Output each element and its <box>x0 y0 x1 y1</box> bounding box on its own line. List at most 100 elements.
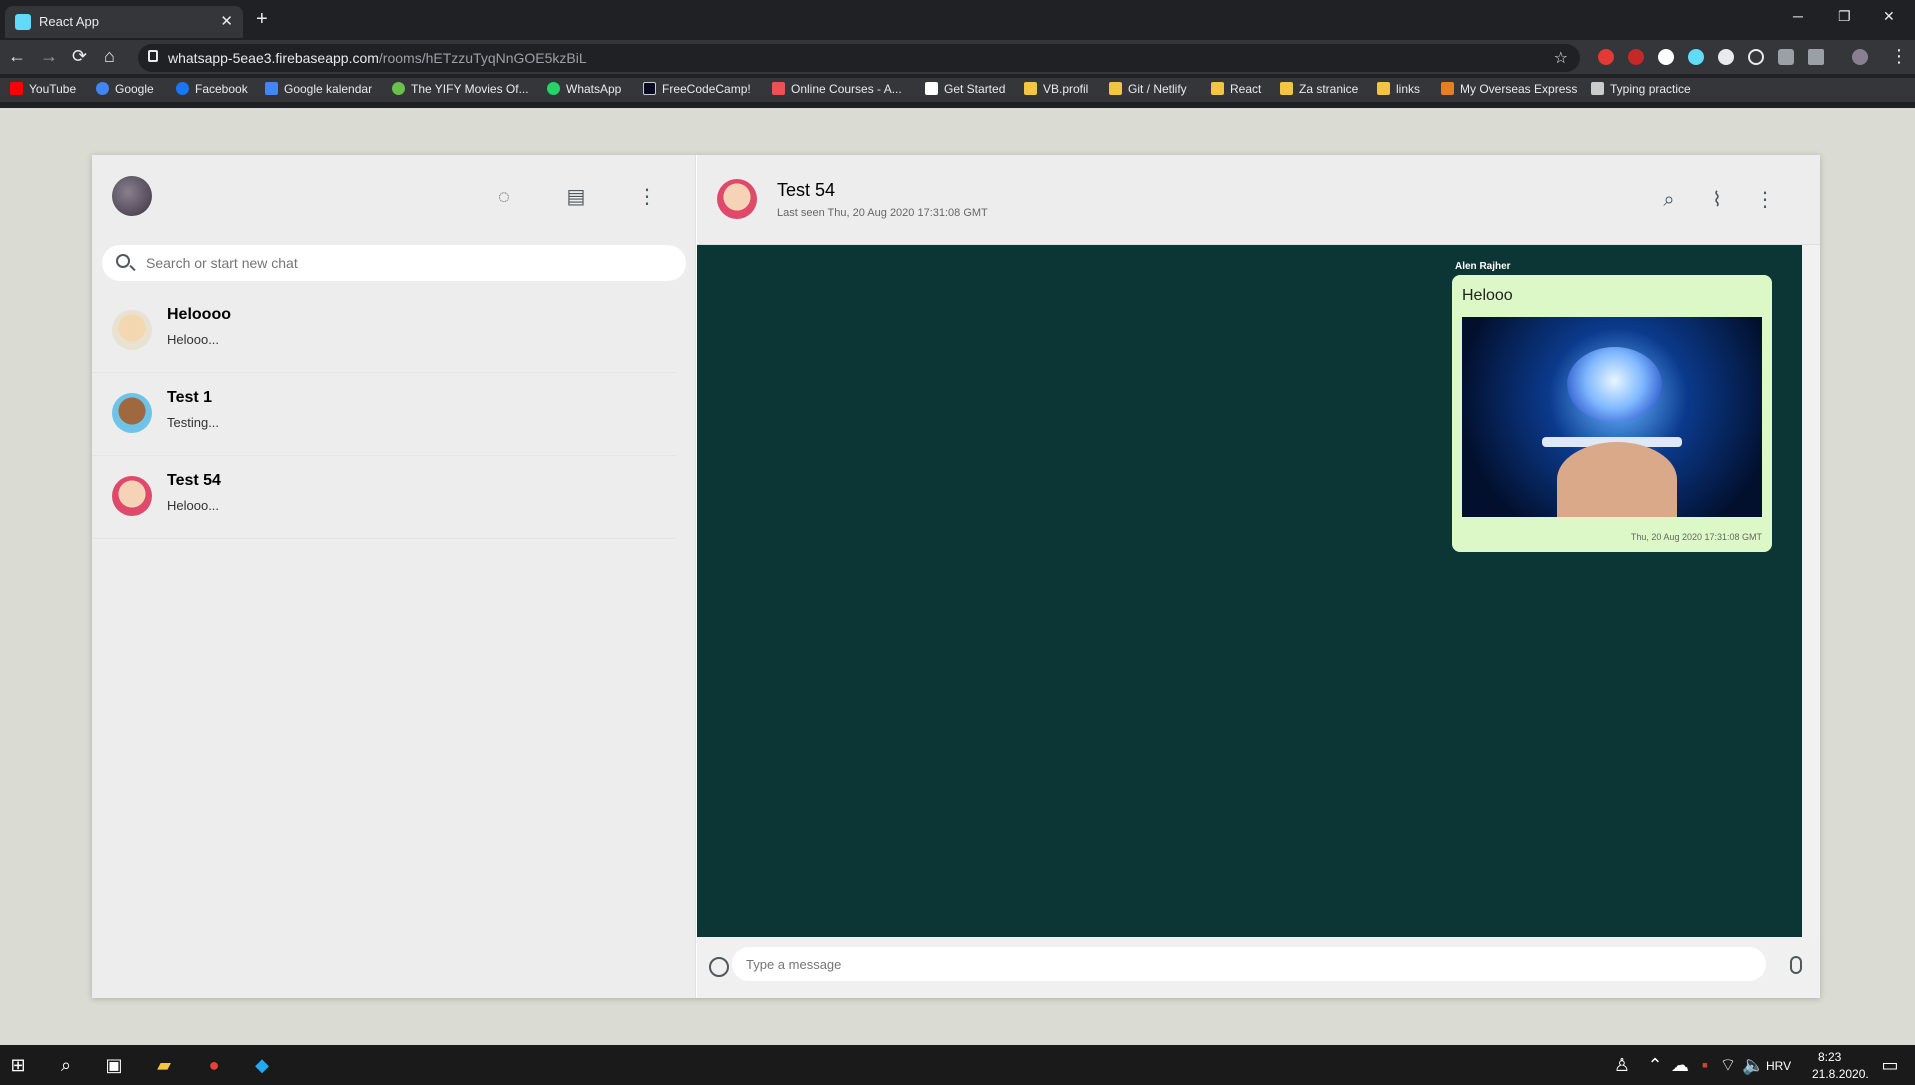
chat-header: Test 54 Last seen Thu, 20 Aug 2020 17:31… <box>697 155 1820 245</box>
security-icon[interactable]: ▪ <box>1695 1055 1715 1075</box>
user-avatar[interactable] <box>112 176 152 216</box>
profile-avatar[interactable] <box>1852 49 1868 65</box>
mic-icon[interactable] <box>1790 956 1802 974</box>
bookmark-item[interactable]: Online Courses - A... <box>772 82 902 96</box>
language-indicator[interactable]: HRV <box>1766 1059 1791 1073</box>
message-sender: Alen Rajher <box>1455 261 1511 272</box>
bookmark-folder[interactable]: React <box>1211 82 1261 96</box>
tray-up-icon[interactable]: ⌃ <box>1645 1055 1665 1075</box>
chat-avatar <box>112 310 152 350</box>
extension-icon[interactable] <box>1658 49 1674 65</box>
browser-toolbar: ← → ⟳ ⌂ whatsapp-5eae3.firebaseapp.com/r… <box>0 40 1915 74</box>
attach-icon[interactable]: ⌇ <box>1705 188 1729 212</box>
adblock-icon[interactable] <box>1628 49 1644 65</box>
volume-icon[interactable]: 🔈 <box>1742 1055 1764 1075</box>
windows-start-icon[interactable]: ⊞ <box>8 1055 28 1075</box>
forward-icon[interactable]: → <box>40 46 58 67</box>
extension-icon[interactable] <box>1748 49 1764 65</box>
search-bar <box>102 245 686 281</box>
github-icon[interactable] <box>1718 49 1734 65</box>
extension-icon[interactable] <box>1598 49 1614 65</box>
clock-time[interactable]: 8:23 <box>1818 1050 1841 1064</box>
people-icon[interactable]: ♙ <box>1612 1055 1632 1075</box>
bookmark-item[interactable]: YouTube <box>10 82 76 96</box>
file-explorer-icon[interactable]: ▰ <box>154 1055 174 1075</box>
message-text: Helooo <box>1462 287 1513 304</box>
bookmark-item[interactable]: Facebook <box>176 82 248 96</box>
notifications-icon[interactable]: ▭ <box>1880 1055 1900 1075</box>
chat-icon[interactable]: ▤ <box>564 185 588 209</box>
clock-date[interactable]: 21.8.2020. <box>1812 1067 1869 1081</box>
whatsapp-app: ◌ ▤ ⋮ Heloooo Helooo... Test 1 Testing..… <box>92 155 1820 998</box>
bookmark-folder[interactable]: VB.profil <box>1024 82 1088 96</box>
sidebar-scrollbar[interactable] <box>680 285 694 975</box>
reload-icon[interactable]: ⟳ <box>72 46 87 67</box>
chat-name: Test 1 <box>167 389 213 406</box>
onedrive-icon[interactable]: ☁ <box>1670 1055 1690 1075</box>
chat-scrollbar[interactable] <box>1802 245 1820 937</box>
message-input[interactable] <box>732 947 1766 981</box>
chat-list-item[interactable]: Test 54 Helooo... <box>92 456 676 539</box>
search-input[interactable] <box>146 245 666 281</box>
sidebar-horizontal-scrollbar[interactable] <box>92 981 676 995</box>
puzzle-icon[interactable] <box>1778 49 1794 65</box>
chat-last-message: Testing... <box>167 415 220 430</box>
message-composer <box>697 937 1820 998</box>
bookmark-folder[interactable]: links <box>1377 82 1420 96</box>
minimize-button[interactable]: ─ <box>1793 8 1803 24</box>
close-tab-icon[interactable]: ✕ <box>220 12 233 30</box>
tab-title: React App <box>39 14 99 29</box>
new-tab-button[interactable]: + <box>256 8 268 31</box>
bookmark-item[interactable]: FreeCodeCamp! <box>643 82 751 96</box>
chat-name: Heloooo <box>167 306 231 323</box>
last-seen: Last seen Thu, 20 Aug 2020 17:31:08 GMT <box>777 207 988 219</box>
home-icon[interactable]: ⌂ <box>104 46 115 67</box>
bookmarks-bar: YouTube Google Facebook Google kalendar … <box>0 78 1915 102</box>
message-bubble: Helooo Thu, 20 Aug 2020 17:31:08 GMT <box>1452 275 1772 552</box>
bookmark-item[interactable]: WhatsApp <box>547 82 621 96</box>
restore-button[interactable]: ❐ <box>1838 8 1851 25</box>
chat-last-message: Helooo... <box>167 498 220 513</box>
chat-name: Test 54 <box>167 472 221 489</box>
chat-body: Alen Rajher Helooo Thu, 20 Aug 2020 17:3… <box>697 245 1802 937</box>
browser-chrome: React App ✕ + ─ ❐ ✕ ← → ⟳ ⌂ whatsapp-5ea… <box>0 0 1915 108</box>
hand-image <box>1557 442 1677 517</box>
bookmark-item[interactable]: Get Started <box>925 82 1005 96</box>
more-vert-icon[interactable]: ⋮ <box>1753 188 1777 212</box>
bookmark-star-icon[interactable]: ☆ <box>1554 48 1568 68</box>
bookmark-item[interactable]: My Overseas Express <box>1441 82 1577 96</box>
sidebar-header: ◌ ▤ ⋮ <box>92 155 696 235</box>
url-host: whatsapp-5eae3.firebaseapp.com <box>168 50 379 66</box>
search-icon[interactable]: ⌕ <box>1657 188 1681 212</box>
chat-list-item[interactable]: Heloooo Helooo... <box>92 290 676 373</box>
address-bar[interactable]: whatsapp-5eae3.firebaseapp.com/rooms/hET… <box>138 44 1580 72</box>
status-icon[interactable]: ◌ <box>492 185 516 209</box>
bookmark-item[interactable]: Google <box>96 82 154 96</box>
bookmark-item[interactable]: Google kalendar <box>265 82 372 96</box>
chrome-icon[interactable]: ● <box>204 1055 224 1075</box>
chat-title: Test 54 <box>777 180 836 200</box>
search-icon[interactable]: ⌕ <box>56 1055 76 1075</box>
brain-image <box>1567 347 1662 422</box>
browser-tab[interactable]: React App ✕ <box>5 6 243 38</box>
more-vert-icon[interactable]: ⋮ <box>635 185 659 209</box>
media-icon[interactable] <box>1808 49 1824 65</box>
chat-panel: Test 54 Last seen Thu, 20 Aug 2020 17:31… <box>697 155 1820 998</box>
chat-avatar[interactable] <box>717 179 757 219</box>
back-icon[interactable]: ← <box>8 46 26 67</box>
message-image[interactable] <box>1462 317 1762 517</box>
bookmark-folder[interactable]: Git / Netlify <box>1109 82 1187 96</box>
emoji-icon[interactable] <box>709 957 729 977</box>
vscode-icon[interactable]: ◆ <box>252 1055 272 1075</box>
chat-list-item[interactable]: Test 1 Testing... <box>92 373 676 456</box>
bookmark-item[interactable]: The YIFY Movies Of... <box>392 82 529 96</box>
close-window-button[interactable]: ✕ <box>1883 8 1895 25</box>
wifi-icon[interactable]: ⌔ <box>1718 1055 1738 1075</box>
bookmark-folder[interactable]: Za stranice <box>1280 82 1358 96</box>
task-view-icon[interactable]: ▣ <box>104 1055 124 1075</box>
chat-avatar <box>112 393 152 433</box>
menu-dots-icon[interactable]: ⋮ <box>1890 46 1908 67</box>
bookmark-item[interactable]: Typing practice <box>1591 82 1691 96</box>
chat-avatar <box>112 476 152 516</box>
react-devtools-icon[interactable] <box>1688 49 1704 65</box>
